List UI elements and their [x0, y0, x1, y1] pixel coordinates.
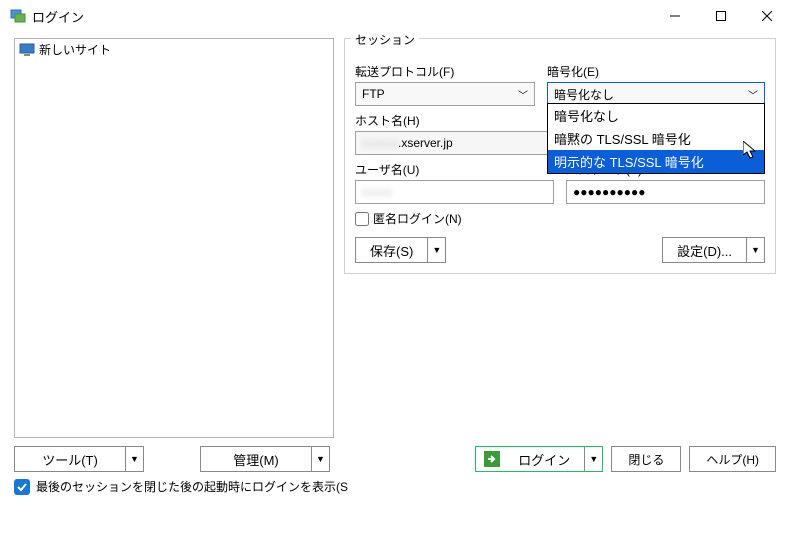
pass-input[interactable]: ●●●●●●●●●● [566, 180, 765, 204]
show-login-label: 最後のセッションを閉じた後の起動時にログインを表示(S [36, 478, 348, 495]
host-prefix-blurred: xxxxxx [362, 136, 398, 150]
encryption-value: 暗号化なし [554, 86, 614, 103]
site-tree[interactable]: 新しいサイト [14, 38, 334, 438]
pass-value: ●●●●●●●●●● [573, 185, 645, 199]
maximize-button[interactable] [698, 0, 744, 32]
dropdown-arrow-icon[interactable]: ▼ [427, 238, 445, 262]
cursor-icon [743, 141, 761, 161]
check-icon [17, 482, 27, 492]
tools-button[interactable]: ツール(T) ▼ [14, 446, 144, 472]
login-icon [484, 451, 500, 467]
show-login-checkbox[interactable] [14, 479, 30, 495]
encryption-option-implicit[interactable]: 暗黙の TLS/SSL 暗号化 [548, 127, 764, 150]
tree-item-label: 新しいサイト [39, 41, 111, 58]
protocol-value: FTP [362, 87, 385, 101]
manage-label: 管理(M) [201, 450, 311, 469]
help-button[interactable]: ヘルプ(H) [689, 446, 776, 472]
tools-label: ツール(T) [15, 450, 125, 469]
help-label: ヘルプ(H) [706, 451, 759, 468]
protocol-select[interactable]: FTP ﹀ [355, 82, 535, 106]
titlebar: ログイン [0, 0, 790, 32]
settings-button[interactable]: 設定(D)... ▼ [662, 237, 765, 263]
minimize-button[interactable] [652, 0, 698, 32]
sites-pane: 新しいサイト [14, 38, 334, 438]
protocol-label: 転送プロトコル(F) [355, 63, 535, 80]
dropdown-arrow-icon[interactable]: ▼ [125, 447, 143, 471]
monitor-icon [19, 43, 35, 57]
save-button[interactable]: 保存(S) ▼ [355, 237, 446, 263]
dropdown-arrow-icon[interactable]: ▼ [746, 238, 764, 262]
chevron-down-icon: ﹀ [518, 87, 528, 102]
encryption-dropdown[interactable]: 暗号化なし 暗黙の TLS/SSL 暗号化 明示的な TLS/SSL 暗号化 [547, 103, 765, 174]
anonymous-label: 匿名ログイン(N) [373, 210, 462, 227]
dropdown-arrow-icon[interactable]: ▼ [584, 447, 602, 471]
dropdown-arrow-icon[interactable]: ▼ [311, 447, 329, 471]
encryption-option-none[interactable]: 暗号化なし [548, 104, 764, 127]
login-label: ログイン [504, 450, 584, 469]
save-button-label: 保存(S) [356, 241, 427, 260]
session-fieldset: セッション 転送プロトコル(F) FTP ﹀ 暗号化(E) 暗号化なし ﹀ [344, 38, 776, 274]
anonymous-checkbox[interactable] [355, 212, 369, 226]
window-title: ログイン [32, 7, 84, 26]
host-value: .xserver.jp [398, 136, 453, 150]
close-label: 閉じる [628, 451, 664, 468]
user-label: ユーザ名(U) [355, 161, 554, 178]
session-pane: セッション 転送プロトコル(F) FTP ﹀ 暗号化(E) 暗号化なし ﹀ [344, 38, 776, 438]
footer-row: 最後のセッションを閉じた後の起動時にログインを表示(S [0, 476, 790, 497]
encryption-option-explicit[interactable]: 明示的な TLS/SSL 暗号化 [548, 150, 764, 173]
encryption-label: 暗号化(E) [547, 63, 765, 80]
chevron-down-icon: ﹀ [748, 87, 758, 102]
bottom-bar: ツール(T) ▼ 管理(M) ▼ ログイン ▼ 閉じる ヘルプ(H) [0, 442, 790, 476]
close-dialog-button[interactable]: 閉じる [611, 446, 681, 472]
tree-item-new-site[interactable]: 新しいサイト [15, 39, 333, 60]
window-buttons [652, 0, 790, 32]
manage-button[interactable]: 管理(M) ▼ [200, 446, 330, 472]
session-legend: セッション [351, 31, 419, 48]
user-value-blurred: xxxxx [362, 185, 392, 199]
anonymous-checkbox-row: 匿名ログイン(N) [355, 210, 765, 227]
user-input[interactable]: xxxxx [355, 180, 554, 204]
app-icon [10, 8, 26, 24]
login-button[interactable]: ログイン ▼ [475, 446, 603, 472]
close-button[interactable] [744, 0, 790, 32]
settings-button-label: 設定(D)... [663, 241, 746, 260]
